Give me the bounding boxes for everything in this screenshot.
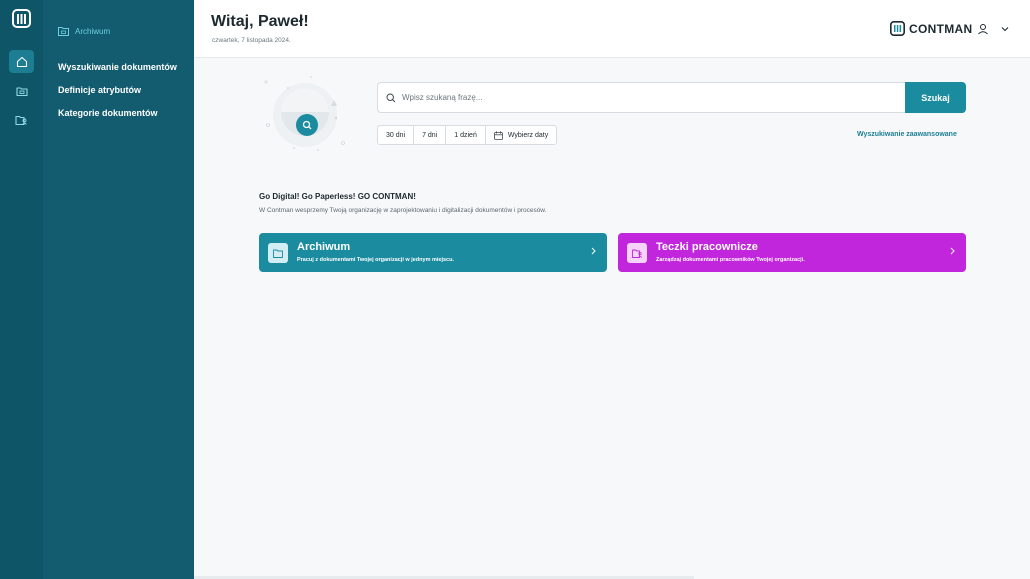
contman-logo-icon [890, 21, 905, 36]
search-illustration [264, 76, 345, 151]
archive-card[interactable]: Archiwum Pracuj z dokumentami Twojej org… [259, 233, 607, 272]
intro-title: Go Digital! Go Paperless! GO CONTMAN! [259, 192, 416, 201]
employee-files-card-subtitle: Zarządzaj dokumentami pracowników Twojej… [656, 257, 805, 263]
page-title: Witaj, Paweł! [211, 13, 309, 30]
chevron-down-icon[interactable] [1001, 26, 1009, 32]
rail-archive-button[interactable] [9, 79, 34, 102]
sidebar-item-document-categories[interactable]: Kategorie dokumentów [58, 108, 158, 118]
advanced-search-link[interactable]: Wyszukiwanie zaawansowane [857, 131, 957, 138]
filter-7-days[interactable]: 7 dni [414, 126, 447, 144]
sidebar-item-attribute-definitions[interactable]: Definicje atrybutów [58, 85, 141, 95]
search-field[interactable] [377, 82, 906, 113]
search-button[interactable]: Szukaj [905, 82, 966, 113]
chevron-right-icon [591, 247, 596, 255]
filter-pick-dates[interactable]: Wybierz daty [486, 126, 556, 144]
filter-pick-dates-label: Wybierz daty [507, 131, 549, 139]
intro-text: W Contman wesprzemy Twoją organizację w … [259, 207, 547, 214]
archive-card-icon-box [268, 243, 288, 263]
icon-rail [0, 0, 43, 579]
brand-name: CONTMAN [909, 21, 973, 36]
date-filter-group: 30 dni 7 dni 1 dzień Wybierz daty [377, 125, 558, 145]
archive-card-title: Archiwum [297, 241, 351, 253]
user-icon[interactable] [977, 23, 989, 35]
employee-files-card[interactable]: Teczki pracownicze Zarządzaj dokumentami… [618, 233, 966, 272]
sidebar-item-document-search[interactable]: Wyszukiwanie dokumentów [58, 62, 177, 72]
archive-card-subtitle: Pracuj z dokumentami Twojej organizacji … [297, 257, 454, 263]
chevron-right-icon [950, 247, 955, 255]
top-header: Witaj, Paweł! czwartek, 7 listopada 2024… [194, 0, 1030, 58]
search-input[interactable] [402, 93, 882, 102]
archive-icon [15, 86, 28, 96]
employee-files-card-icon-box [627, 243, 647, 263]
contman-logo-icon[interactable] [12, 9, 31, 28]
employee-files-card-title: Teczki pracownicze [656, 241, 758, 253]
brand-logo[interactable]: CONTMAN [890, 21, 972, 36]
archive-icon [58, 27, 69, 36]
home-icon [16, 56, 27, 67]
folder-icon [273, 249, 283, 258]
rail-home-button[interactable] [9, 50, 34, 73]
calendar-icon [493, 130, 503, 140]
sidebar: Archiwum Wyszukiwanie dokumentów Definic… [43, 0, 194, 579]
rail-employee-files-button[interactable] [9, 108, 34, 131]
filter-30-days[interactable]: 30 dni [378, 126, 415, 144]
current-date: czwartek, 7 listopada 2024. [212, 37, 291, 44]
employee-files-icon [15, 115, 27, 125]
sidebar-section-archive[interactable]: Archiwum [58, 26, 110, 36]
filter-1-day[interactable]: 1 dzień [446, 126, 486, 144]
employee-files-icon [631, 249, 642, 258]
sidebar-section-label: Archiwum [75, 26, 111, 36]
search-icon [386, 92, 396, 102]
